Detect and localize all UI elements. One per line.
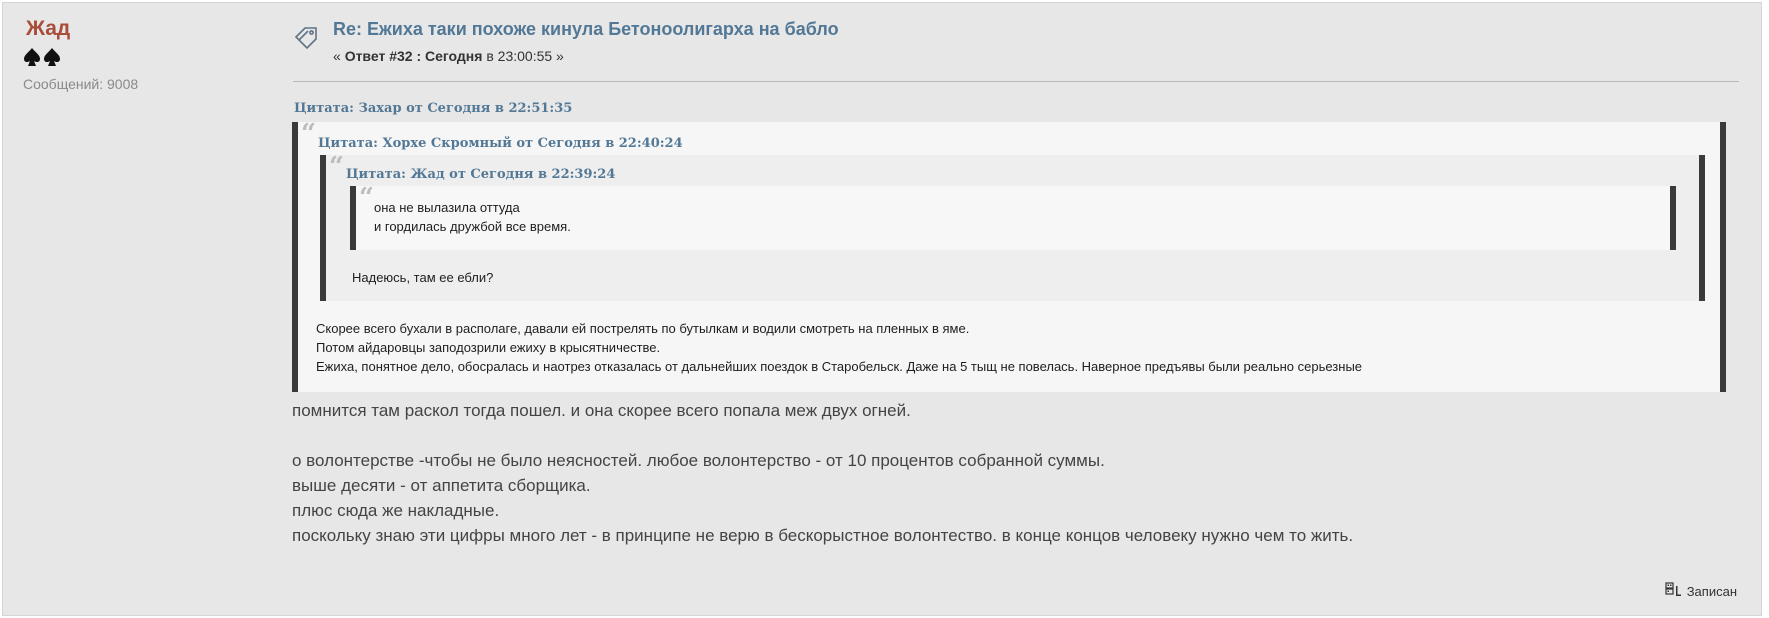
report-icon [1665, 582, 1683, 601]
quote-text-line: Потом айдаровцы заподозрили ежиху в крыс… [316, 340, 661, 355]
post-meta: « Ответ #32 : Сегодня в 23:00:55 » [333, 48, 564, 64]
post-text-line: выше десяти - от аппетита сборщика. [292, 476, 591, 495]
spade-stars-icon [23, 47, 263, 67]
report-label: Записан [1686, 584, 1737, 599]
quote-mark-icon: “ [301, 119, 316, 149]
quote-mark-icon: “ [359, 183, 374, 213]
quote-text: Скорее всего бухали в располаге, давали … [316, 319, 1720, 376]
quote-cite-link[interactable]: Цитата: Жад от Сегодня в 22:39:24 [346, 167, 1699, 182]
poster-info: Жад Сообщений: 9008 [23, 17, 263, 92]
post-text: помнится там раскол тогда пошел. и она с… [292, 398, 1732, 548]
header-divider [293, 81, 1739, 82]
quote-mark-icon: “ [329, 152, 344, 182]
quote-text-line: Надеюсь, там ее ебли? [352, 270, 494, 285]
quote-text-line: Ежиха, понятное дело, обосралась и наотр… [316, 359, 1363, 374]
poster-name[interactable]: Жад [26, 17, 263, 41]
meta-time: в 23:00:55 » [482, 48, 564, 64]
post-body: Цитата: Захар от Сегодня в 22:51:35 “ Ци… [292, 101, 1732, 548]
post-text-line: помнится там раскол тогда пошел. и она с… [292, 401, 911, 420]
post-text-blank [292, 423, 1732, 448]
post-title-link[interactable]: Re: Ежиха таки похоже кинула Бетоноолига… [333, 19, 839, 40]
report-button[interactable]: Записан [1665, 582, 1737, 601]
post-text-line: плюс сюда же накладные. [292, 501, 500, 520]
quote-block: “ Цитата: Хорхе Скромный от Сегодня в 22… [292, 119, 1726, 392]
quote-text-line: и гордилась дружбой все время. [374, 219, 571, 234]
quote-text-line: она не вылазила оттуда [374, 200, 520, 215]
meta-reply-link[interactable]: Ответ #32 : Сегодня [345, 48, 483, 64]
poster-post-count: Сообщений: 9008 [23, 76, 139, 92]
quote-block-nested: “ Цитата: Жад от Сегодня в 22:39:24 “ он… [320, 152, 1705, 301]
topic-tag-icon [293, 23, 321, 51]
quote-text-line: Скорее всего бухали в располаге, давали … [316, 321, 970, 336]
post-text-line: поскольку знаю эти цифры много лет - в п… [292, 526, 1354, 545]
quote-cite-link[interactable]: Цитата: Захар от Сегодня в 22:51:35 [294, 101, 1732, 116]
quote-block-innermost: “ она не вылазила оттуда и гордилась дру… [350, 183, 1676, 250]
post-text-line: о волонтерстве -чтобы не было неясностей… [292, 451, 1105, 470]
quote-cite-link[interactable]: Цитата: Хорхе Скромный от Сегодня в 22:4… [318, 136, 1720, 151]
meta-prefix: « [333, 48, 345, 64]
post-container: Жад Сообщений: 9008 Re: Ежиха таки похож… [2, 2, 1762, 616]
